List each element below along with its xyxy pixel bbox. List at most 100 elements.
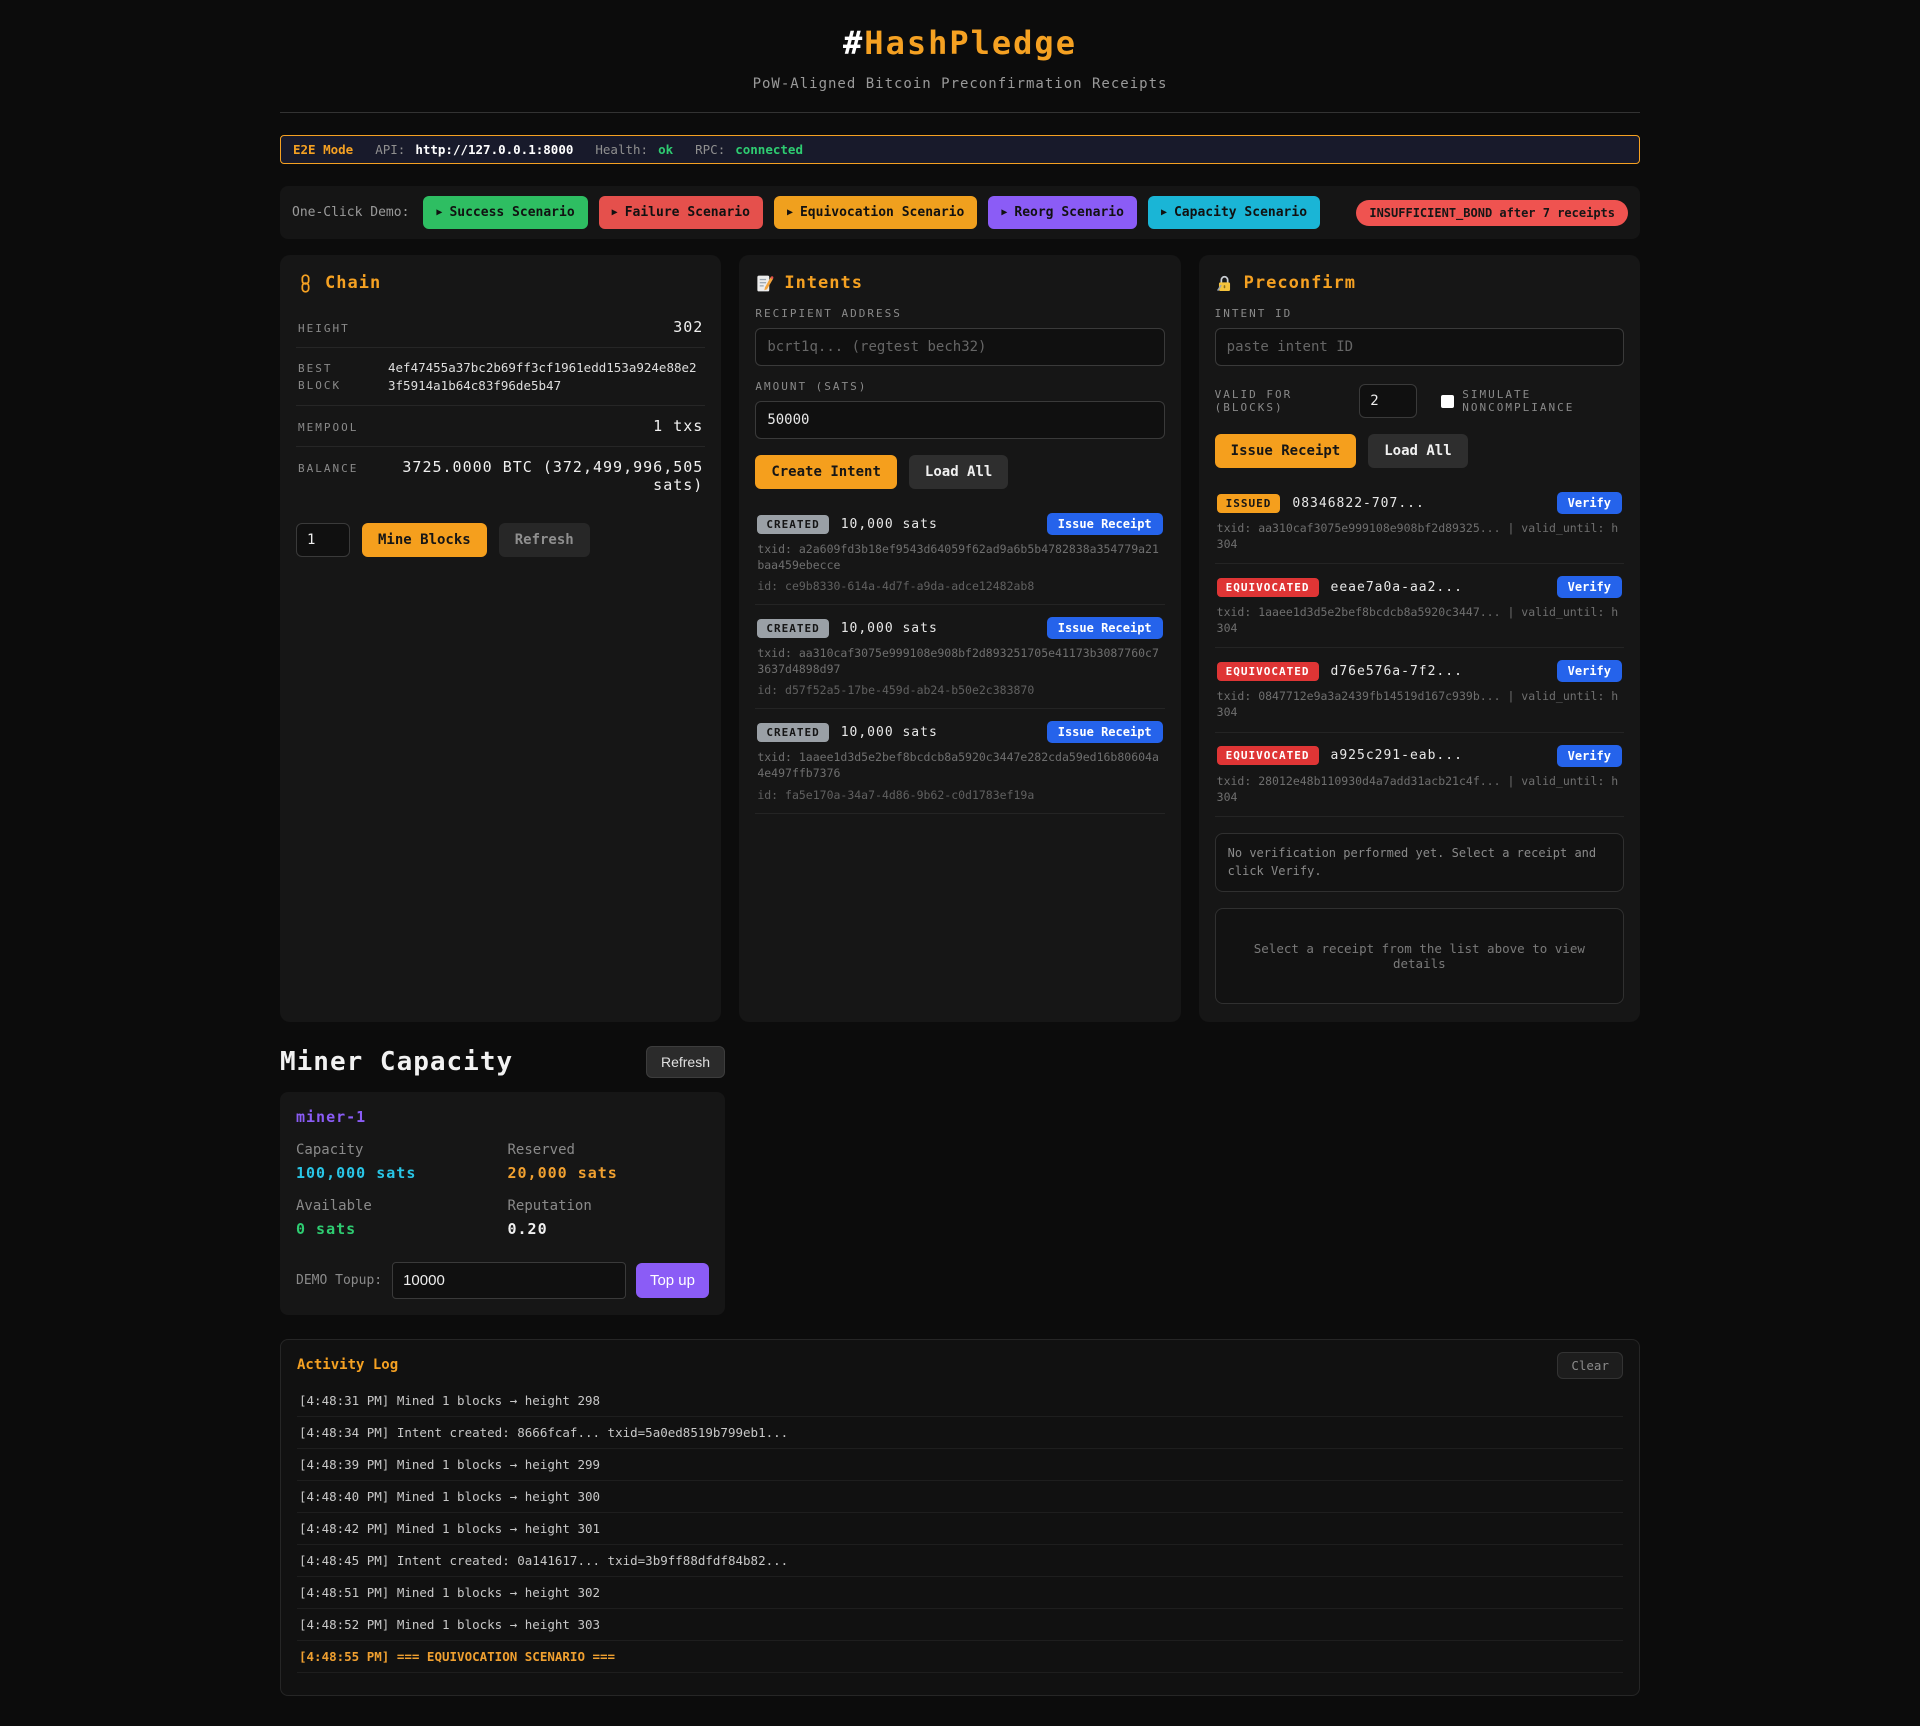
verification-notice: No verification performed yet. Select a … (1215, 833, 1624, 892)
demo-toolbar: One-Click Demo: ▶Success Scenario ▶Failu… (280, 186, 1640, 239)
log-entry: [4:48:31 PM] Mined 1 blocks → height 298 (297, 1385, 1623, 1417)
intent-status-badge: CREATED (757, 515, 828, 534)
demo-scenario-button[interactable]: ▶Capacity Scenario (1148, 196, 1320, 229)
topup-input[interactable] (392, 1262, 626, 1299)
receipt-status-badge: ISSUED (1217, 494, 1281, 513)
preconfirm-title-text: Preconfirm (1244, 273, 1356, 293)
mine-count-input[interactable] (296, 523, 350, 557)
capacity-value: 100,000 sats (296, 1164, 498, 1182)
intent-item: CREATED 10,000 sats Issue Receipt txid: … (755, 709, 1164, 813)
receipt-item-top: EQUIVOCATED a925c291-eab... Verify (1217, 745, 1622, 767)
reserved-value: 20,000 sats (508, 1164, 710, 1182)
insufficient-bond-badge: INSUFFICIENT_BOND after 7 receipts (1356, 200, 1628, 226)
intent-item-top: CREATED 10,000 sats Issue Receipt (757, 721, 1162, 743)
balance-value: 3725.0000 BTC (372,499,996,505 sats) (358, 458, 703, 494)
log-entries: [4:48:31 PM] Mined 1 blocks → height 298… (297, 1385, 1623, 1673)
verify-button[interactable]: Verify (1557, 492, 1622, 514)
demo-label: One-Click Demo: (292, 205, 409, 220)
demo-scenario-button[interactable]: ▶Success Scenario (423, 196, 587, 229)
memo-icon (755, 274, 774, 293)
balance-label: BALANCE (298, 462, 358, 475)
miner-capacity-header: Miner Capacity Refresh (280, 1046, 725, 1078)
intents-load-all-button[interactable]: Load All (909, 455, 1008, 489)
preconfirm-load-all-button[interactable]: Load All (1368, 434, 1467, 468)
intent-amount: 10,000 sats (841, 725, 938, 740)
chain-refresh-button[interactable]: Refresh (499, 523, 590, 557)
best-block-value: 4ef47455a37bc2b69ff3cf1961edd153a924e88e… (388, 359, 703, 394)
recipient-address-input[interactable] (755, 328, 1164, 366)
reputation-value: 0.20 (508, 1220, 710, 1238)
verify-button[interactable]: Verify (1557, 660, 1622, 682)
play-icon: ▶ (612, 207, 618, 218)
preconfirm-panel-title: Preconfirm (1215, 273, 1624, 293)
demo-button-label: Reorg Scenario (1014, 205, 1124, 220)
valid-for-input[interactable] (1359, 384, 1417, 418)
receipt-item: EQUIVOCATED eeae7a0a-aa2... Verify txid:… (1215, 564, 1624, 648)
lock-pen-icon (1215, 274, 1234, 293)
chain-icon (296, 274, 315, 293)
activity-log-title: Activity Log (297, 1357, 398, 1373)
issue-receipt-button[interactable]: Issue Receipt (1047, 617, 1163, 639)
issue-receipt-button[interactable]: Issue Receipt (1047, 513, 1163, 535)
receipt-id: eeae7a0a-aa2... (1331, 580, 1463, 595)
mine-blocks-button[interactable]: Mine Blocks (362, 523, 487, 557)
intents-title-text: Intents (784, 273, 863, 293)
intents-panel-title: Intents (755, 273, 1164, 293)
log-entry: [4:48:45 PM] Intent created: 0a141617...… (297, 1545, 1623, 1577)
intent-amount: 10,000 sats (841, 621, 938, 636)
intent-item: CREATED 10,000 sats Issue Receipt txid: … (755, 605, 1164, 709)
log-entry: [4:48:55 PM] === EQUIVOCATION SCENARIO =… (297, 1641, 1623, 1673)
page-subtitle: PoW-Aligned Bitcoin Preconfirmation Rece… (280, 76, 1640, 92)
create-intent-button[interactable]: Create Intent (755, 455, 897, 489)
height-value: 302 (673, 318, 703, 336)
verify-button[interactable]: Verify (1557, 745, 1622, 767)
issue-receipt-main-button[interactable]: Issue Receipt (1215, 434, 1357, 468)
reserved-label: Reserved (508, 1142, 710, 1158)
receipt-id: d76e576a-7f2... (1331, 664, 1463, 679)
intents-panel: Intents RECIPIENT ADDRESS AMOUNT (SATS) … (739, 255, 1180, 1022)
page: #HashPledge PoW-Aligned Bitcoin Preconfi… (280, 0, 1640, 1726)
chain-height-row: HEIGHT 302 (296, 307, 705, 348)
simulate-noncompliance-wrap: SIMULATE NONCOMPLIANCE (1441, 388, 1624, 414)
rpc-value: connected (735, 142, 803, 157)
demo-scenario-button[interactable]: ▶ Reorg Scenario (988, 196, 1137, 229)
title-name: HashPledge (864, 24, 1077, 62)
receipt-meta: txid: 1aaee1d3d5e2bef8bcdcb8a5920c3447..… (1217, 604, 1622, 636)
health-value: ok (658, 142, 673, 157)
rpc-label: RPC: (695, 142, 725, 157)
log-entry: [4:48:40 PM] Mined 1 blocks → height 300 (297, 1481, 1623, 1513)
activity-log-header: Activity Log Clear (297, 1352, 1623, 1379)
miner-name: miner-1 (296, 1108, 709, 1126)
title-hash: # (843, 24, 864, 62)
amount-input[interactable] (755, 401, 1164, 439)
issue-receipt-button[interactable]: Issue Receipt (1047, 721, 1163, 743)
status-bar: E2E Mode API: http://127.0.0.1:8000 Heal… (280, 135, 1640, 164)
preconfirm-panel: Preconfirm INTENT ID VALID FOR (BLOCKS) … (1199, 255, 1640, 1022)
log-entry: [4:48:39 PM] Mined 1 blocks → height 299 (297, 1449, 1623, 1481)
miner-refresh-button[interactable]: Refresh (646, 1046, 725, 1078)
receipt-item: EQUIVOCATED d76e576a-7f2... Verify txid:… (1215, 648, 1624, 732)
mempool-label: MEMPOOL (298, 421, 358, 434)
intent-id-input[interactable] (1215, 328, 1624, 366)
reserved-stat: Reserved 20,000 sats (508, 1142, 710, 1182)
demo-button-label: Capacity Scenario (1174, 205, 1307, 220)
clear-log-button[interactable]: Clear (1557, 1352, 1623, 1379)
intents-list: CREATED 10,000 sats Issue Receipt txid: … (755, 501, 1164, 814)
intents-actions: Create Intent Load All (755, 455, 1164, 489)
valid-for-row: VALID FOR (BLOCKS) SIMULATE NONCOMPLIANC… (1215, 384, 1624, 418)
demo-scenario-button[interactable]: ▶Equivocation Scenario (774, 196, 977, 229)
verify-button[interactable]: Verify (1557, 576, 1622, 598)
receipt-item-top: EQUIVOCATED eeae7a0a-aa2... Verify (1217, 576, 1622, 598)
play-icon: ▶ (1001, 207, 1007, 218)
receipt-status-badge: EQUIVOCATED (1217, 746, 1319, 765)
best-block-label: BEST BLOCK (298, 361, 368, 394)
intent-id: id: d57f52a5-17be-459d-ab24-b50e2c383870 (757, 683, 1162, 697)
receipt-meta: txid: 28012e48b110930d4a7add31acb21c4f..… (1217, 773, 1622, 805)
demo-scenario-button[interactable]: ▶Failure Scenario (599, 196, 763, 229)
receipt-status-badge: EQUIVOCATED (1217, 662, 1319, 681)
intent-item-top: CREATED 10,000 sats Issue Receipt (757, 617, 1162, 639)
topup-button[interactable]: Top up (636, 1263, 709, 1298)
receipts-list: ISSUED 08346822-707... Verify txid: aa31… (1215, 480, 1624, 817)
available-label: Available (296, 1198, 498, 1214)
simulate-noncompliance-checkbox[interactable] (1441, 395, 1454, 408)
